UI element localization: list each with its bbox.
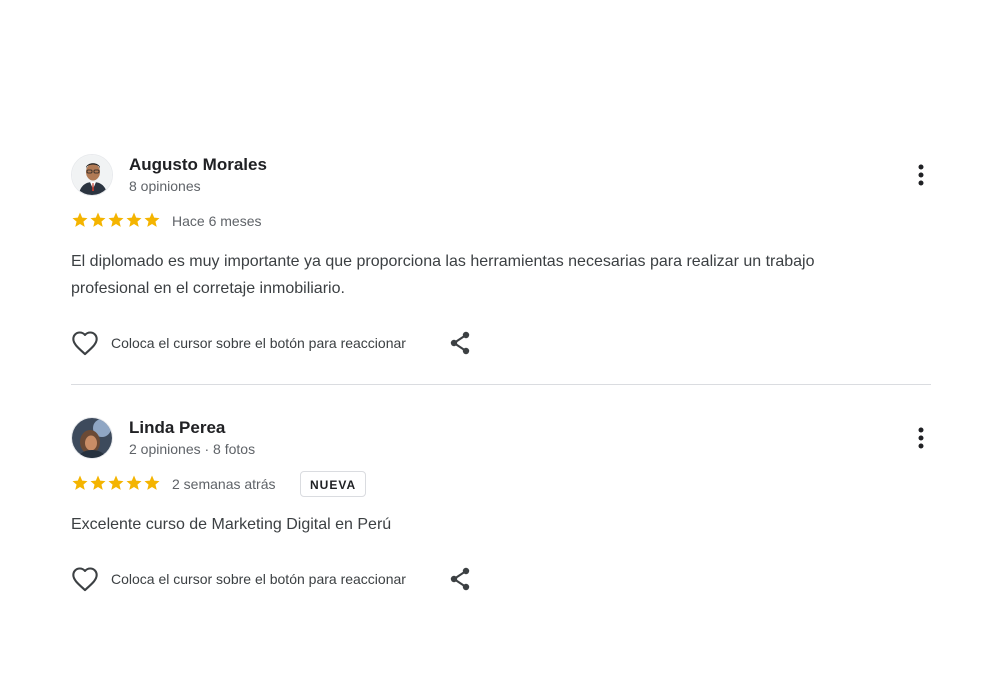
- review-date: 2 semanas atrás: [172, 476, 276, 492]
- more-options-button[interactable]: [907, 423, 935, 453]
- star-rating: [71, 474, 161, 492]
- share-button[interactable]: [446, 565, 474, 593]
- new-badge: NUEVA: [300, 471, 367, 497]
- author-review-count: 2 opiniones · 8 fotos: [129, 441, 256, 457]
- like-button[interactable]: [71, 565, 99, 593]
- avatar[interactable]: [71, 417, 113, 459]
- review-text: Excelente curso de Marketing Digital en …: [71, 516, 392, 533]
- more-vert-icon: [918, 427, 924, 449]
- heart-outline-icon: [72, 567, 98, 592]
- reviews-list-continued: Linda Perea 2 opiniones · 8 fotos 2 sema…: [71, 0, 931, 700]
- reaction-hint: Coloca el cursor sobre el botón para rea…: [111, 571, 406, 587]
- star-icon: [126, 475, 142, 490]
- share-icon: [450, 567, 470, 591]
- reaction-row: Coloca el cursor sobre el botón para rea…: [71, 564, 474, 594]
- author-name[interactable]: Linda Perea: [129, 418, 225, 438]
- star-icon: [90, 475, 106, 490]
- star-icon: [72, 475, 88, 490]
- star-icon: [108, 475, 124, 490]
- star-icon: [144, 475, 160, 490]
